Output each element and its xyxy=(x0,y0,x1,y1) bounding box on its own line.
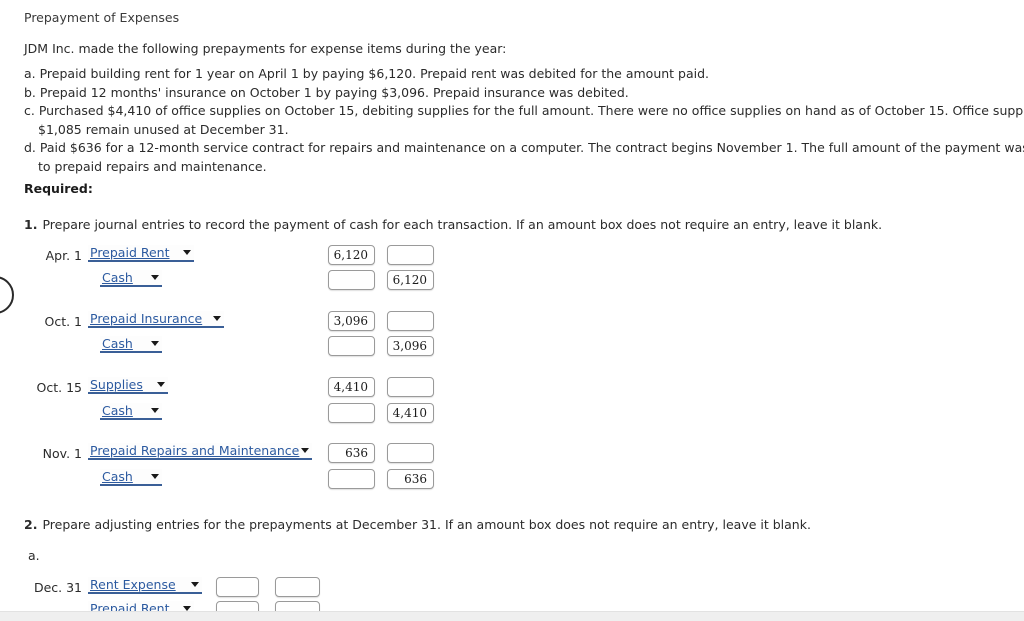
account-select-cash[interactable]: Cash xyxy=(100,270,162,287)
debit-amount-input[interactable] xyxy=(328,336,375,356)
chevron-down-icon xyxy=(151,474,159,479)
account-select-cash[interactable]: Cash xyxy=(100,403,162,420)
credit-amount-input[interactable] xyxy=(387,377,434,397)
question-2-instruction: 2. Prepare adjusting entries for the prep… xyxy=(24,517,811,532)
chevron-down-icon xyxy=(151,341,159,346)
credit-amount-input[interactable] xyxy=(387,311,434,331)
account-select-supplies[interactable]: Supplies xyxy=(88,377,168,394)
sub-part-label-a: a. xyxy=(28,548,40,563)
journal-row: Apr. 1 Prepaid Rent 6,120 xyxy=(0,245,1024,266)
chevron-down-icon xyxy=(213,316,221,321)
fact-line: c. Purchased $4,410 of office supplies o… xyxy=(24,103,1024,118)
assignment-page: Prepayment of Expenses JDM Inc. made the… xyxy=(0,0,1024,621)
account-label: Rent Expense xyxy=(90,577,176,592)
intro-text: JDM Inc. made the following prepayments … xyxy=(24,41,507,56)
journal-row: Cash 3,096 xyxy=(0,336,1024,357)
account-label: Prepaid Insurance xyxy=(90,311,203,326)
list-item: d. Paid $636 for a 12-month service cont… xyxy=(24,139,1024,176)
account-label: Cash xyxy=(102,270,133,285)
journal-row: Oct. 15 Supplies 4,410 xyxy=(0,377,1024,398)
list-item: a. Prepaid building rent for 1 year on A… xyxy=(24,65,1024,84)
journal-row: Nov. 1 Prepaid Repairs and Maintenance 6… xyxy=(0,443,1024,464)
account-label: Cash xyxy=(102,403,133,418)
credit-amount-input[interactable]: 636 xyxy=(387,469,434,489)
journal-row: Oct. 1 Prepaid Insurance 3,096 xyxy=(0,311,1024,332)
debit-amount-input[interactable]: 3,096 xyxy=(328,311,375,331)
account-label: Prepaid Repairs and Maintenance xyxy=(90,443,300,458)
question-text: Prepare adjusting entries for the prepay… xyxy=(42,517,811,532)
entry-date: Dec. 31 xyxy=(33,580,82,595)
fact-line: a. Prepaid building rent for 1 year on A… xyxy=(24,66,710,81)
debit-amount-input[interactable] xyxy=(328,270,375,290)
question-number: 1. xyxy=(24,217,38,232)
question-text: Prepare journal entries to record the pa… xyxy=(42,217,883,232)
entry-date: Nov. 1 xyxy=(42,446,82,461)
account-select-prepaid-insurance[interactable]: Prepaid Insurance xyxy=(88,311,224,328)
question-1-instruction: 1. Prepare journal entries to record the … xyxy=(24,217,882,232)
debit-amount-input[interactable]: 636 xyxy=(328,443,375,463)
required-heading: Required: xyxy=(24,181,93,196)
debit-amount-input[interactable] xyxy=(216,577,259,597)
account-select-cash[interactable]: Cash xyxy=(100,469,162,486)
debit-amount-input[interactable] xyxy=(328,403,375,423)
page-title: Prepayment of Expenses xyxy=(24,10,180,25)
chevron-down-icon xyxy=(151,408,159,413)
entry-date: Apr. 1 xyxy=(45,248,82,263)
journal-row: Cash 4,410 xyxy=(0,403,1024,424)
fact-line: d. Paid $636 for a 12-month service cont… xyxy=(24,140,1024,155)
list-item: b. Prepaid 12 months' insurance on Octob… xyxy=(24,84,1024,103)
account-label: Prepaid Rent xyxy=(90,245,170,260)
account-label: Cash xyxy=(102,336,133,351)
list-item: c. Purchased $4,410 of office supplies o… xyxy=(24,102,1024,139)
account-label: Cash xyxy=(102,469,133,484)
debit-amount-input[interactable] xyxy=(328,469,375,489)
account-select-prepaid-repairs-maintenance[interactable]: Prepaid Repairs and Maintenance xyxy=(88,443,312,460)
fact-list: a. Prepaid building rent for 1 year on A… xyxy=(24,65,1024,176)
journal-row: Dec. 31 Rent Expense xyxy=(0,577,1024,598)
account-select-rent-expense[interactable]: Rent Expense xyxy=(88,577,202,594)
credit-amount-input[interactable]: 6,120 xyxy=(387,270,434,290)
entry-date: Oct. 1 xyxy=(44,314,82,329)
credit-amount-input[interactable]: 3,096 xyxy=(387,336,434,356)
chevron-down-icon xyxy=(183,250,191,255)
credit-amount-input[interactable] xyxy=(275,577,320,597)
journal-row: Cash 636 xyxy=(0,469,1024,490)
debit-amount-input[interactable]: 4,410 xyxy=(328,377,375,397)
credit-amount-input[interactable] xyxy=(387,245,434,265)
chevron-down-icon xyxy=(191,582,199,587)
fact-line-continued: $1,085 remain unused at December 31. xyxy=(38,121,289,137)
account-select-cash[interactable]: Cash xyxy=(100,336,162,353)
debit-amount-input[interactable]: 6,120 xyxy=(328,245,375,265)
fact-line-continued: to prepaid repairs and maintenance. xyxy=(38,158,267,174)
credit-amount-input[interactable]: 4,410 xyxy=(387,403,434,423)
entry-date: Oct. 15 xyxy=(36,380,82,395)
chevron-down-icon xyxy=(151,275,159,280)
viewport-bottom-edge xyxy=(0,611,1024,621)
journal-row: Cash 6,120 xyxy=(0,270,1024,291)
chevron-down-icon xyxy=(157,382,165,387)
credit-amount-input[interactable] xyxy=(387,443,434,463)
chevron-down-icon xyxy=(301,448,309,453)
account-label: Supplies xyxy=(90,377,143,392)
question-number: 2. xyxy=(24,517,38,532)
fact-line: b. Prepaid 12 months' insurance on Octob… xyxy=(24,84,629,100)
account-select-prepaid-rent[interactable]: Prepaid Rent xyxy=(88,245,194,262)
